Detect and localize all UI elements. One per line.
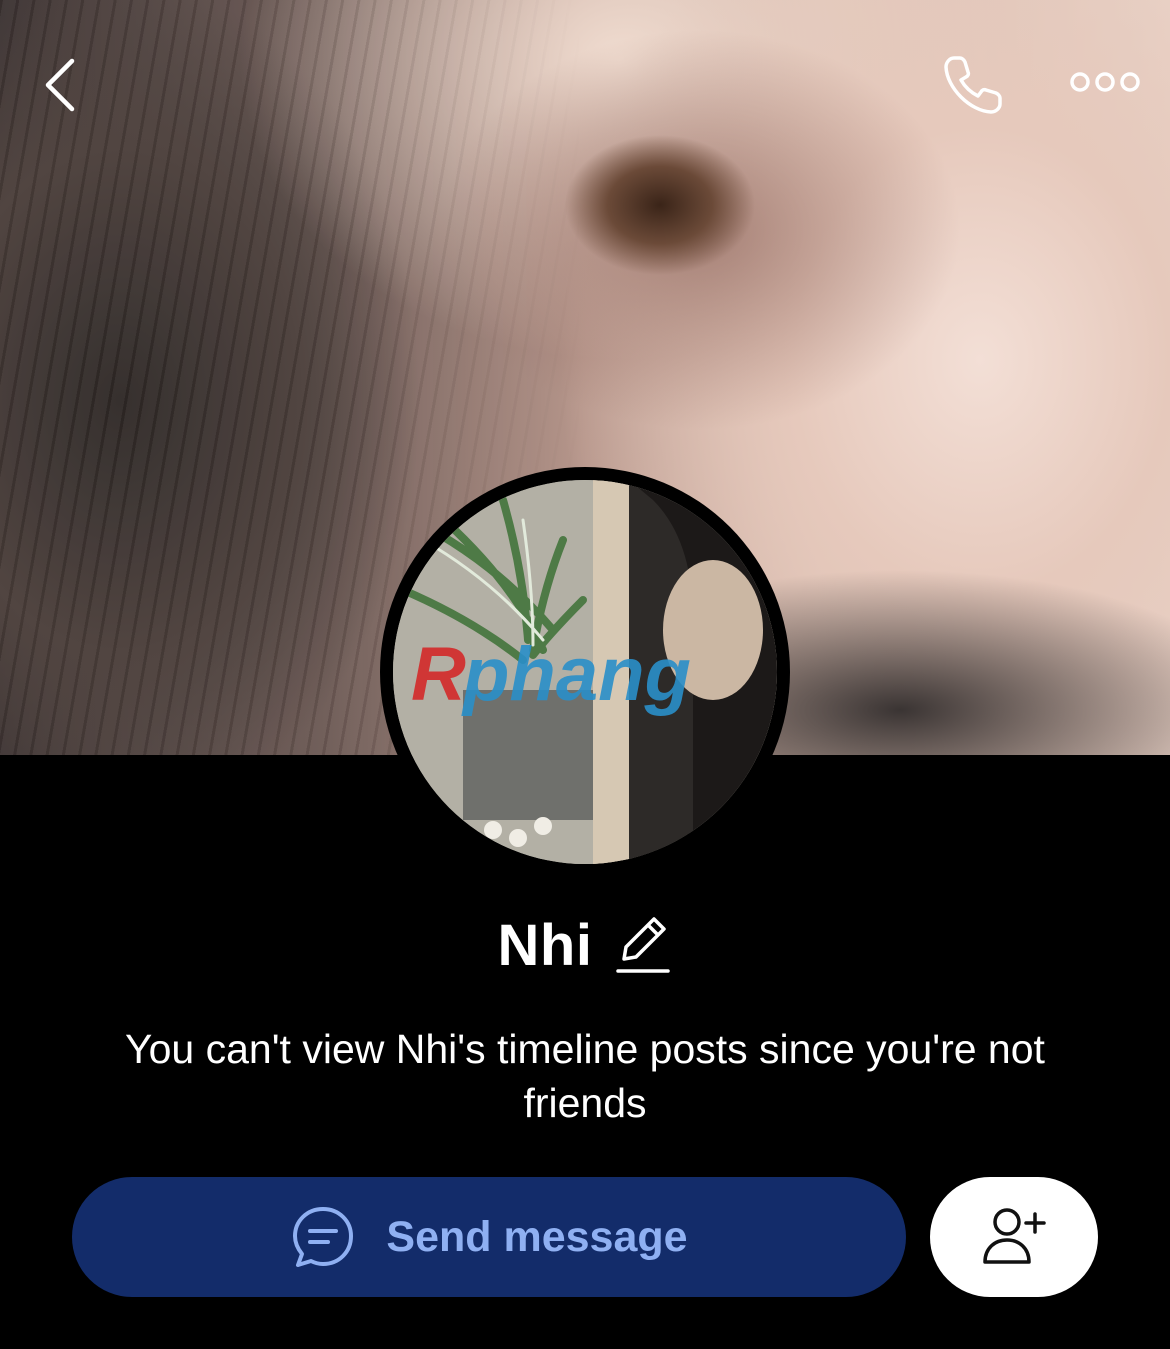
send-message-button[interactable]: Send message — [72, 1177, 906, 1297]
not-friends-notice: You can't view Nhi's timeline posts sinc… — [125, 1026, 1045, 1126]
add-friend-button[interactable] — [930, 1177, 1098, 1297]
phone-icon — [944, 56, 1002, 114]
avatar[interactable]: R phang — [393, 480, 777, 864]
send-message-label: Send message — [386, 1212, 688, 1261]
svg-text:R: R — [411, 632, 466, 717]
chevron-left-icon — [45, 58, 75, 112]
svg-text:phang: phang — [461, 632, 691, 717]
pencil-icon — [616, 917, 671, 973]
profile-photo: R phang — [393, 480, 777, 864]
call-button[interactable] — [940, 52, 1006, 118]
edit-name-button[interactable] — [614, 913, 672, 977]
add-friend-icon — [979, 1202, 1049, 1272]
more-button[interactable] — [1068, 62, 1142, 102]
profile-name-row: Nhi — [0, 905, 1170, 985]
chat-bubble-icon — [290, 1204, 356, 1270]
back-button[interactable] — [38, 55, 88, 115]
profile-name: Nhi — [497, 912, 593, 978]
more-options-icon — [1070, 72, 1140, 92]
